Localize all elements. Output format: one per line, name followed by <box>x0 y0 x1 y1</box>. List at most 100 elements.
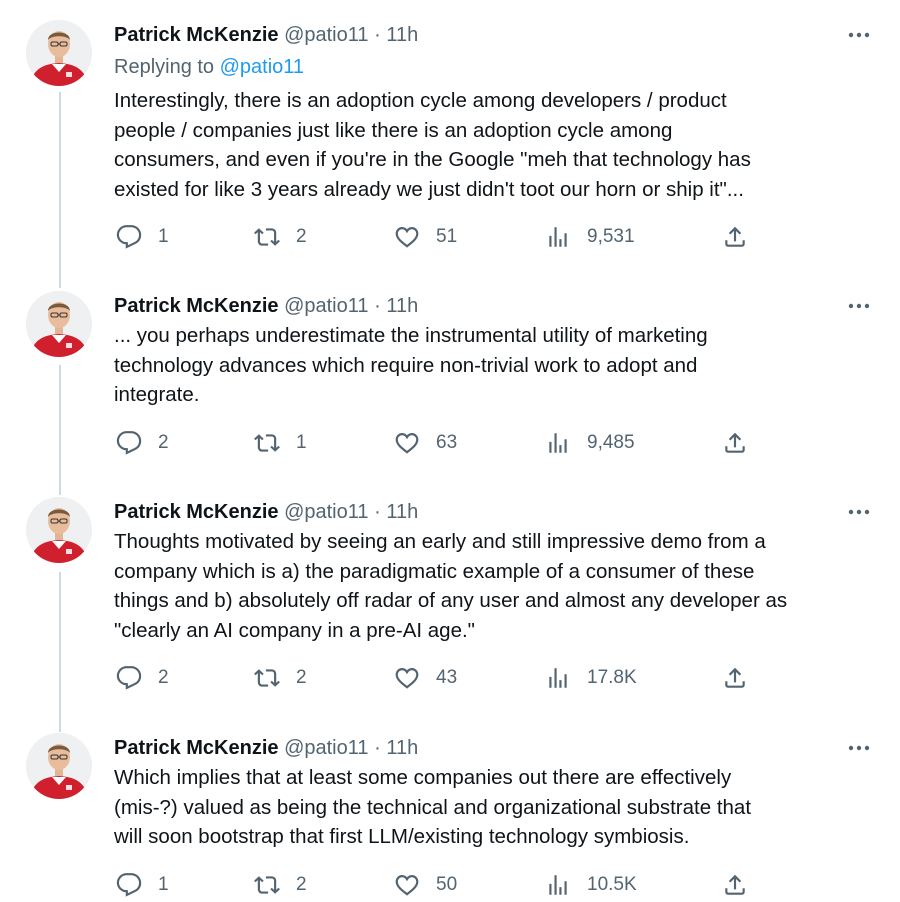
retweet-count: 2 <box>296 667 307 688</box>
author-name[interactable]: Patrick McKenzie <box>114 501 279 523</box>
avatar[interactable] <box>26 291 92 357</box>
tweet-text: Which implies that at least some compani… <box>114 766 752 849</box>
separator-dot: · <box>374 501 381 523</box>
tweet-text: ... you perhaps underestimate the instru… <box>114 324 708 407</box>
tweet[interactable]: Patrick McKenzie @patio11 · 11h Which im… <box>0 733 900 901</box>
retweet-button[interactable]: 1 <box>254 430 307 456</box>
views-icon <box>549 227 567 247</box>
share-button[interactable] <box>722 665 748 691</box>
retweet-count: 2 <box>296 226 307 247</box>
reply-button[interactable]: 1 <box>116 224 169 250</box>
retweet-icon <box>254 434 280 452</box>
retweet-icon <box>254 228 280 246</box>
author-handle[interactable]: @patio11 <box>284 295 368 317</box>
heart-icon <box>395 433 419 454</box>
like-count: 51 <box>436 226 458 247</box>
reply-button[interactable]: 2 <box>116 665 169 691</box>
separator-dot: · <box>374 737 381 759</box>
share-icon <box>725 874 745 895</box>
more-options-button[interactable] <box>846 293 872 319</box>
views-icon <box>549 875 567 895</box>
reply-count: 1 <box>158 874 169 895</box>
more-icon <box>848 745 870 751</box>
share-button[interactable] <box>722 430 748 456</box>
tweet-actions: 1 2 50 10.5K <box>0 872 900 902</box>
reply-icon <box>116 431 142 455</box>
like-button[interactable]: 63 <box>394 430 457 456</box>
reply-button[interactable]: 2 <box>116 430 169 456</box>
more-icon <box>848 32 870 38</box>
views-count: 9,485 <box>587 432 635 453</box>
retweet-count: 1 <box>296 432 307 453</box>
more-options-button[interactable] <box>846 735 872 761</box>
tweet-actions: 2 1 63 9,485 <box>0 430 900 460</box>
timestamp[interactable]: 11h <box>386 295 418 317</box>
like-count: 43 <box>436 667 458 688</box>
retweet-button[interactable]: 2 <box>254 665 307 691</box>
reply-count: 1 <box>158 226 169 247</box>
share-button[interactable] <box>722 872 748 898</box>
timestamp[interactable]: 11h <box>386 737 418 759</box>
tweet-text: Thoughts motivated by seeing an early an… <box>114 530 788 643</box>
reply-count: 2 <box>158 667 169 688</box>
timestamp[interactable]: 11h <box>386 501 418 523</box>
heart-icon <box>395 875 419 896</box>
heart-icon <box>395 668 419 689</box>
share-icon <box>725 432 745 453</box>
views-button[interactable]: 9,531 <box>545 224 635 250</box>
tweet-header: Patrick McKenzie @patio11 · 11h <box>114 22 418 48</box>
tweet-header: Patrick McKenzie @patio11 · 11h <box>114 735 418 761</box>
more-options-button[interactable] <box>846 499 872 525</box>
author-handle[interactable]: @patio11 <box>284 501 368 523</box>
reply-icon <box>116 873 142 897</box>
views-button[interactable]: 10.5K <box>545 872 637 898</box>
reply-button[interactable]: 1 <box>116 872 169 898</box>
author-handle[interactable]: @patio11 <box>284 737 368 759</box>
retweet-icon <box>254 876 280 894</box>
retweet-button[interactable]: 2 <box>254 872 307 898</box>
views-icon <box>549 433 567 453</box>
timestamp[interactable]: 11h <box>386 24 418 46</box>
more-icon <box>848 303 870 309</box>
views-icon <box>549 668 567 688</box>
views-count: 10.5K <box>587 874 637 895</box>
like-count: 63 <box>436 432 458 453</box>
tweet-text: Interestingly, there is an adoption cycl… <box>114 89 751 202</box>
tweet[interactable]: Patrick McKenzie @patio11 · 11h Thoughts… <box>0 497 900 717</box>
like-button[interactable]: 50 <box>394 872 457 898</box>
like-button[interactable]: 43 <box>394 665 457 691</box>
replying-to-mention[interactable]: @patio11 <box>220 56 304 78</box>
like-button[interactable]: 51 <box>394 224 457 250</box>
tweet[interactable]: Patrick McKenzie @patio11 · 11h Replying… <box>0 20 900 270</box>
author-name[interactable]: Patrick McKenzie <box>114 24 279 46</box>
views-count: 17.8K <box>587 667 637 688</box>
tweet[interactable]: Patrick McKenzie @patio11 · 11h ... you … <box>0 291 900 481</box>
retweet-icon <box>254 669 280 687</box>
avatar[interactable] <box>26 733 92 799</box>
author-name[interactable]: Patrick McKenzie <box>114 737 279 759</box>
replying-to: Replying to @patio11 <box>114 54 304 80</box>
views-button[interactable]: 9,485 <box>545 430 635 456</box>
retweet-count: 2 <box>296 874 307 895</box>
tweet-actions: 1 2 51 9,531 <box>0 224 900 254</box>
share-button[interactable] <box>722 224 748 250</box>
reply-icon <box>116 225 142 249</box>
tweet-header: Patrick McKenzie @patio11 · 11h <box>114 499 418 525</box>
heart-icon <box>395 227 419 248</box>
more-icon <box>848 509 870 515</box>
author-handle[interactable]: @patio11 <box>284 24 368 46</box>
replying-prefix: Replying to <box>114 56 220 78</box>
tweet-actions: 2 2 43 17.8K <box>0 665 900 695</box>
separator-dot: · <box>374 24 381 46</box>
share-icon <box>725 667 745 688</box>
share-icon <box>725 226 745 247</box>
avatar[interactable] <box>26 497 92 563</box>
author-name[interactable]: Patrick McKenzie <box>114 295 279 317</box>
tweet-header: Patrick McKenzie @patio11 · 11h <box>114 293 418 319</box>
like-count: 50 <box>436 874 458 895</box>
avatar[interactable] <box>26 20 92 86</box>
views-button[interactable]: 17.8K <box>545 665 637 691</box>
more-options-button[interactable] <box>846 22 872 48</box>
reply-icon <box>116 666 142 690</box>
retweet-button[interactable]: 2 <box>254 224 307 250</box>
